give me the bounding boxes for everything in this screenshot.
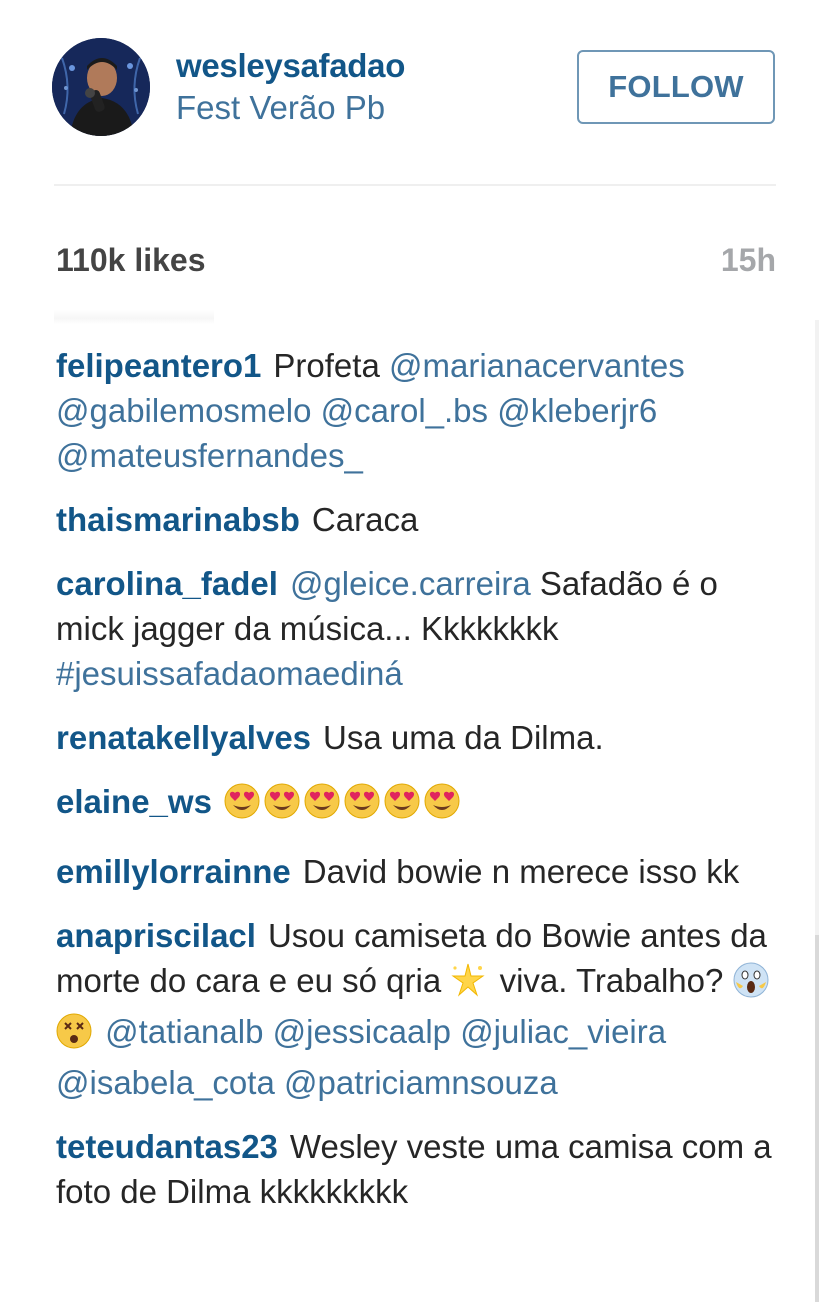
comment-text: Caraca <box>311 501 419 538</box>
comment-item: carolina_fadel @gleice.carreira Safadão é… <box>56 561 776 696</box>
avatar-image <box>52 38 150 136</box>
heart-eyes-emoji-icon <box>264 783 300 830</box>
mention-link[interactable]: @carol_.bs <box>321 392 488 429</box>
heart-eyes-emoji-icon <box>304 783 340 830</box>
location-link[interactable]: Fest Verão Pb <box>176 88 405 128</box>
mention-link[interactable]: @marianacervantes <box>389 347 685 384</box>
post-header: wesleysafadao Fest Verão Pb FOLLOW <box>0 0 822 186</box>
user-info: wesleysafadao Fest Verão Pb <box>176 46 405 128</box>
mention-link[interactable]: @jessicaalp <box>273 1013 451 1050</box>
post-timestamp[interactable]: 15h <box>721 240 776 280</box>
comment-author-link[interactable]: thaismarinabsb <box>56 501 300 538</box>
heart-eyes-emoji-icon <box>224 783 260 830</box>
mention-link[interactable]: @gabilemosmelo <box>56 392 311 429</box>
comment-author-link[interactable]: emillylorrainne <box>56 853 291 890</box>
mention-link[interactable]: @isabela_cota <box>56 1064 275 1101</box>
comment-text: Usa uma da Dilma. <box>323 719 604 756</box>
comments-fade <box>54 310 214 324</box>
comment-author-link[interactable]: anapriscilacl <box>56 917 256 954</box>
username-link[interactable]: wesleysafadao <box>176 46 405 86</box>
mention-link[interactable]: @juliac_vieira <box>460 1013 666 1050</box>
comment-author-link[interactable]: elaine_ws <box>56 783 212 820</box>
comment-author-link[interactable]: renatakellyalves <box>56 719 311 756</box>
dizzy-face-icon <box>56 1013 92 1060</box>
comment-text: David bowie n merece isso kk <box>302 853 740 890</box>
comment-item: renatakellyalves Usa uma da Dilma. <box>56 715 776 760</box>
screaming-face-icon <box>733 962 769 1009</box>
comment-text: viva. Trabalho? <box>499 962 724 999</box>
comment-author-link[interactable]: felipeantero1 <box>56 347 261 384</box>
likes-count[interactable]: 110k likes <box>56 240 205 280</box>
mention-link[interactable]: @gleice.carreira <box>290 565 531 602</box>
comment-item: felipeantero1 Profeta @marianacervantes @… <box>56 343 776 478</box>
mention-link[interactable]: @mateusfernandes_ <box>56 437 363 474</box>
heart-eyes-emoji-icon <box>384 783 420 830</box>
comment-text: Profeta <box>273 347 380 384</box>
mention-link[interactable]: @patriciamnsouza <box>284 1064 558 1101</box>
comment-item: thaismarinabsb Caraca <box>56 497 776 542</box>
hashtag-link[interactable]: #jesuissafadaomaediná <box>56 655 403 692</box>
comment-author-link[interactable]: carolina_fadel <box>56 565 278 602</box>
follow-button[interactable]: FOLLOW <box>577 50 775 124</box>
header-divider <box>54 184 776 186</box>
comment-item: elaine_ws <box>56 779 776 830</box>
mention-link[interactable]: @kleberjr6 <box>497 392 657 429</box>
avatar[interactable] <box>52 38 150 136</box>
heart-eyes-emoji-icon <box>424 783 460 830</box>
scrollbar-thumb[interactable] <box>815 935 819 1302</box>
comment-author-link[interactable]: teteudantas23 <box>56 1128 278 1165</box>
sparkle-star-icon <box>450 962 486 1009</box>
heart-eyes-emoji-icon <box>344 783 380 830</box>
mention-link[interactable]: @tatianalb <box>105 1013 263 1050</box>
comment-item: anapriscilacl Usou camiseta do Bowie ante… <box>56 913 776 1105</box>
comment-item: teteudantas23 Wesley veste uma camisa com… <box>56 1124 776 1214</box>
comment-item: emillylorrainne David bowie n merece isso… <box>56 849 776 894</box>
comments-list: felipeantero1 Profeta @marianacervantes @… <box>56 343 776 1233</box>
